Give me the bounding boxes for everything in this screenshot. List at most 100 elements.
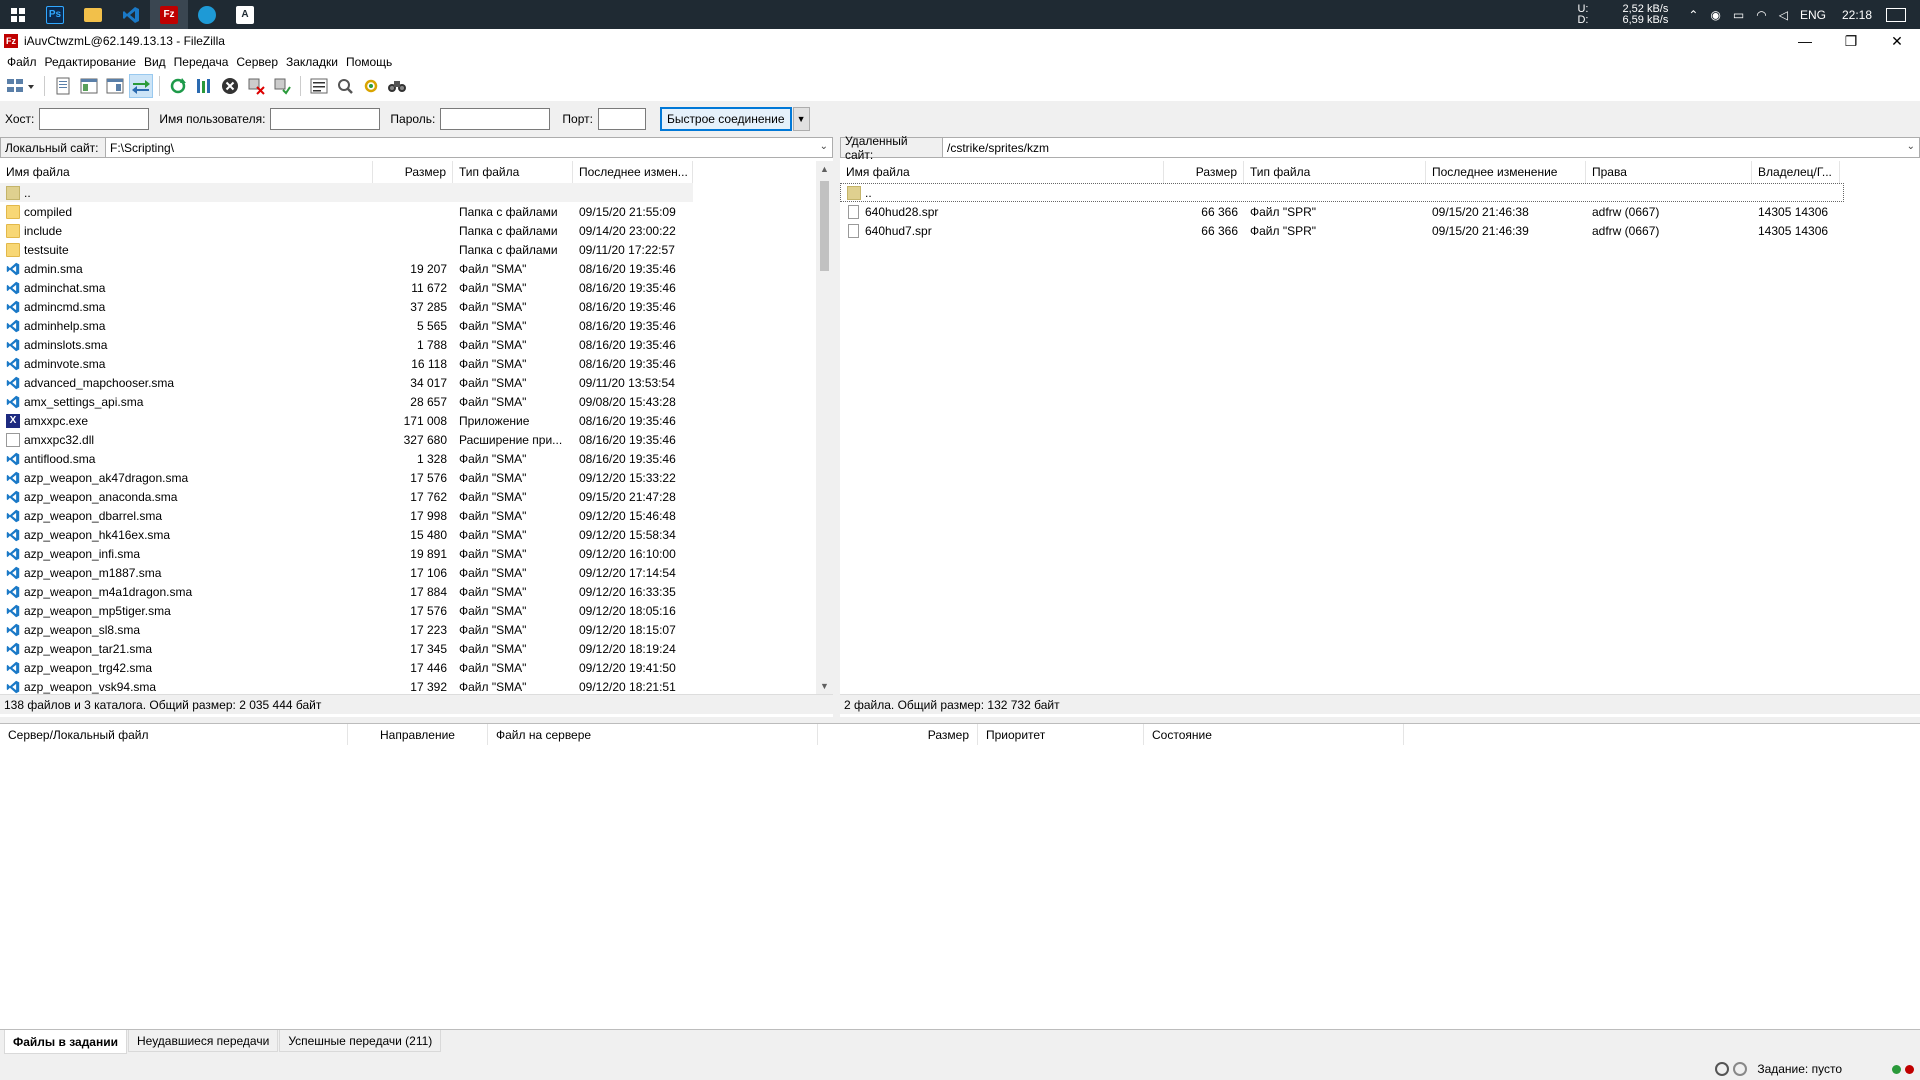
table-row[interactable]: azp_weapon_mp5tiger.sma 17 576 Файл "SMA" 0… <box>0 601 816 620</box>
language-indicator[interactable]: ENG <box>1800 8 1826 22</box>
tab-failed-transfers[interactable]: Неудавшиеся передачи <box>127 1030 279 1052</box>
table-row[interactable]: Xamxxpc.exe 171 008 Приложение 08/16/20 19:… <box>0 411 816 430</box>
scroll-up-icon[interactable]: ▲ <box>816 161 833 178</box>
toggle-local-tree-button[interactable] <box>77 74 101 98</box>
password-input[interactable] <box>440 107 551 130</box>
sync-browsing-button[interactable] <box>359 74 383 98</box>
table-row[interactable]: 640hud28.spr 66 366 Файл "SPR" 09/15/20 21:… <box>840 202 1920 221</box>
table-row[interactable]: azp_weapon_m4a1dragon.sma 17 884 Файл "SMA… <box>0 582 816 601</box>
menu-view[interactable]: Вид <box>140 55 170 69</box>
chevron-up-icon[interactable]: ⌃ <box>1688 8 1698 22</box>
menu-edit[interactable]: Редактирование <box>41 55 140 69</box>
remote-col-type[interactable]: Тип файла <box>1244 161 1426 183</box>
table-row[interactable]: adminvote.sma 16 118 Файл "SMA" 08/16/20 19… <box>0 354 816 373</box>
queue-col-priority[interactable]: Приоритет <box>978 724 1144 746</box>
chevron-down-icon[interactable]: ⌄ <box>1907 141 1915 152</box>
table-row[interactable]: adminslots.sma 1 788 Файл "SMA" 08/16/20 19… <box>0 335 816 354</box>
table-row[interactable]: azp_weapon_infi.sma 19 891 Файл "SMA" 09/12… <box>0 544 816 563</box>
table-row[interactable]: adminhelp.sma 5 565 Файл "SMA" 08/16/20 19:… <box>0 316 816 335</box>
close-button[interactable]: ✕ <box>1874 29 1920 53</box>
menu-file[interactable]: Файл <box>3 55 41 69</box>
table-row[interactable]: antiflood.sma 1 328 Файл "SMA" 08/16/20 19:… <box>0 449 816 468</box>
panel-splitter[interactable] <box>833 137 840 717</box>
local-scroll-thumb[interactable] <box>820 181 829 271</box>
table-row[interactable]: .. <box>0 183 693 202</box>
table-row[interactable]: azp_weapon_trg42.sma 17 446 Файл "SMA" 09/1… <box>0 658 816 677</box>
table-row[interactable]: compiled Папка с файлами 09/15/20 21:55:09 <box>0 202 816 221</box>
taskbar-app-other[interactable]: A <box>226 0 264 29</box>
cancel-operation-button[interactable] <box>218 74 242 98</box>
queue-col-remote-file[interactable]: Файл на сервере <box>488 724 818 746</box>
remote-col-size[interactable]: Размер <box>1164 161 1244 183</box>
taskbar-app-explorer[interactable] <box>74 0 112 29</box>
remote-col-modified[interactable]: Последнее изменение <box>1426 161 1586 183</box>
taskbar-app-photoshop[interactable]: Ps <box>36 0 74 29</box>
menu-bookmarks[interactable]: Закладки <box>282 55 342 69</box>
table-row[interactable]: azp_weapon_anaconda.sma 17 762 Файл "SMA" 0… <box>0 487 816 506</box>
menu-help[interactable]: Помощь <box>342 55 396 69</box>
local-col-size[interactable]: Размер <box>373 161 453 183</box>
remote-col-name[interactable]: Имя файла <box>840 161 1164 183</box>
table-row[interactable]: 640hud7.spr 66 366 Файл "SPR" 09/15/20 21:4… <box>840 221 1920 240</box>
toggle-remote-tree-button[interactable] <box>103 74 127 98</box>
wifi-icon[interactable]: ◠ <box>1756 8 1766 22</box>
local-col-name[interactable]: Имя файла <box>0 161 373 183</box>
speed-limit-icon[interactable] <box>1733 1062 1748 1076</box>
table-row[interactable]: testsuite Папка с файлами 09/11/20 17:22:5… <box>0 240 816 259</box>
local-col-type[interactable]: Тип файла <box>453 161 573 183</box>
quick-connect-dropdown[interactable]: ▼ <box>792 106 810 131</box>
table-row[interactable]: azp_weapon_hk416ex.sma 15 480 Файл "SMA" 09… <box>0 525 816 544</box>
tab-successful-transfers[interactable]: Успешные передачи (211) <box>279 1030 442 1052</box>
disconnect-button[interactable] <box>244 74 268 98</box>
battery-icon[interactable]: ▭ <box>1733 8 1744 22</box>
remote-col-permissions[interactable]: Права <box>1586 161 1752 183</box>
discord-icon[interactable]: ◉ <box>1710 8 1720 22</box>
start-button[interactable] <box>0 0 36 29</box>
table-row[interactable]: .. <box>840 183 1844 202</box>
menu-transfer[interactable]: Передача <box>170 55 233 69</box>
scroll-down-icon[interactable]: ▼ <box>816 678 833 695</box>
chevron-down-icon[interactable]: ⌄ <box>820 141 828 152</box>
table-row[interactable]: azp_weapon_m1887.sma 17 106 Файл "SMA" 09/1… <box>0 563 816 582</box>
table-row[interactable]: azp_weapon_dbarrel.sma 17 998 Файл "SMA" 09… <box>0 506 816 525</box>
table-row[interactable]: admin.sma 19 207 Файл "SMA" 08/16/20 19:35:… <box>0 259 816 278</box>
taskbar-app-edge[interactable] <box>188 0 226 29</box>
toggle-transfer-queue-button[interactable] <box>129 74 153 98</box>
table-row[interactable]: amxxpc32.dll 327 680 Расширение при... 08/1… <box>0 430 816 449</box>
table-row[interactable]: azp_weapon_sl8.sma 17 223 Файл "SMA" 09/12/… <box>0 620 816 639</box>
local-scrollbar[interactable]: ▲ ▼ <box>816 161 833 695</box>
local-col-modified[interactable]: Последнее измен... <box>573 161 693 183</box>
directory-filter-button[interactable] <box>307 74 331 98</box>
queue-list[interactable] <box>0 745 1920 1030</box>
tab-queued-files[interactable]: Файлы в задании <box>4 1030 127 1054</box>
host-input[interactable] <box>39 107 150 130</box>
clock[interactable]: 22:18 <box>1842 8 1872 22</box>
directory-compare-button[interactable] <box>333 74 357 98</box>
notification-icon[interactable] <box>1886 7 1906 22</box>
table-row[interactable]: azp_weapon_tar21.sma 17 345 Файл "SMA" 09/1… <box>0 639 816 658</box>
local-path-input[interactable]: F:\Scripting\ ⌄ <box>106 137 833 158</box>
toggle-message-log-button[interactable] <box>51 74 75 98</box>
remote-col-owner[interactable]: Владелец/Г... <box>1752 161 1840 183</box>
gear-icon[interactable] <box>1715 1062 1730 1076</box>
username-input[interactable] <box>270 107 381 130</box>
volume-icon[interactable]: ◁ <box>1779 8 1788 22</box>
table-row[interactable]: admincmd.sma 37 285 Файл "SMA" 08/16/20 19:… <box>0 297 816 316</box>
table-row[interactable]: azp_weapon_ak47dragon.sma 17 576 Файл "SMA… <box>0 468 816 487</box>
table-row[interactable]: advanced_mapchooser.sma 34 017 Файл "SMA" 0… <box>0 373 816 392</box>
menu-server[interactable]: Сервер <box>232 55 282 69</box>
queue-col-status[interactable]: Состояние <box>1144 724 1404 746</box>
port-input[interactable] <box>597 107 646 130</box>
queue-col-local-file[interactable]: Сервер/Локальный файл <box>0 724 348 746</box>
site-manager-button[interactable] <box>4 74 38 98</box>
table-row[interactable]: include Папка с файлами 09/14/20 23:00:22 <box>0 221 816 240</box>
refresh-button[interactable] <box>166 74 190 98</box>
taskbar-app-filezilla[interactable]: Fz <box>150 0 188 29</box>
table-row[interactable]: adminchat.sma 11 672 Файл "SMA" 08/16/20 19… <box>0 278 816 297</box>
minimize-button[interactable]: — <box>1782 29 1828 53</box>
search-files-button[interactable] <box>385 74 409 98</box>
table-row[interactable]: amx_settings_api.sma 28 657 Файл "SMA" 09/0… <box>0 392 816 411</box>
queue-col-direction[interactable]: Направление <box>348 724 488 746</box>
remote-path-input[interactable]: /cstrike/sprites/kzm ⌄ <box>943 137 1920 158</box>
queue-col-size[interactable]: Размер <box>818 724 978 746</box>
